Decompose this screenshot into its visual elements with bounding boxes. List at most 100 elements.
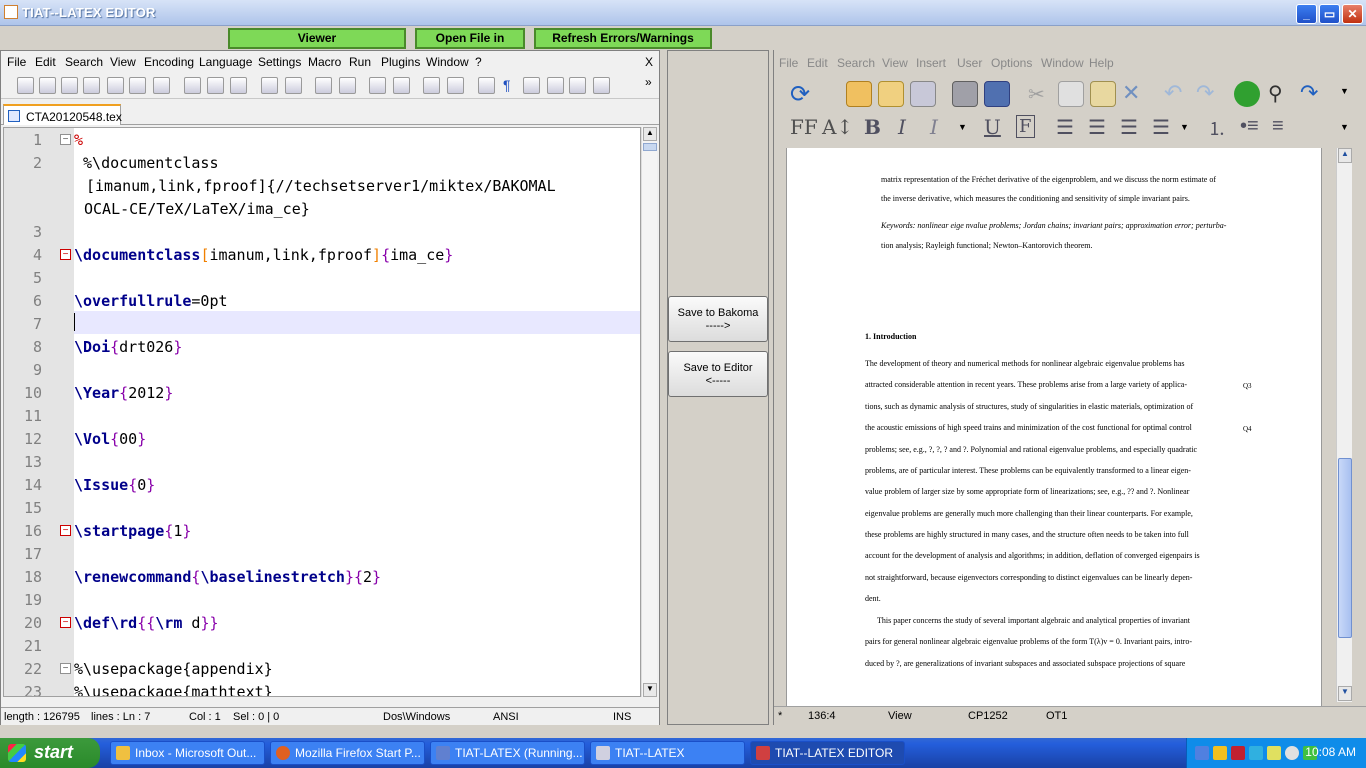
menu-macro[interactable]: Macro xyxy=(308,55,341,69)
replace-icon[interactable] xyxy=(339,77,356,94)
editor-scrollbar[interactable]: ▲ ▼ xyxy=(641,127,657,697)
query-marker[interactable]: Q4 xyxy=(1243,425,1252,433)
viewer-menu-search[interactable]: Search xyxy=(837,56,875,70)
refresh-icon[interactable]: ⟳ xyxy=(790,80,810,109)
query-marker[interactable]: Q3 xyxy=(1243,382,1252,390)
print-icon[interactable] xyxy=(952,81,978,107)
fold-marker-icon[interactable]: − xyxy=(60,663,71,674)
delete-icon[interactable]: ✕ xyxy=(1122,80,1140,106)
scroll-down-icon[interactable]: ▼ xyxy=(643,683,657,697)
menu-edit[interactable]: Edit xyxy=(35,55,56,69)
clock[interactable]: 10:08 AM xyxy=(1305,745,1356,759)
underline-icon[interactable]: U xyxy=(984,115,1001,139)
font-family-icon[interactable]: FF xyxy=(790,115,818,139)
viewer-scrollbar[interactable]: ▲ ▼ xyxy=(1336,148,1352,702)
fold-marker-icon[interactable]: − xyxy=(60,249,71,260)
taskbar-item-outlook[interactable]: Inbox - Microsoft Out... xyxy=(110,741,265,765)
macro-record-icon[interactable] xyxy=(593,77,610,94)
taskbar-item-vb[interactable]: TIAT-LATEX (Running... xyxy=(430,741,585,765)
save-to-editor-button[interactable]: Save to Editor <----- xyxy=(668,351,768,397)
save-as-icon[interactable] xyxy=(984,81,1010,107)
zoom-out-icon[interactable] xyxy=(393,77,410,94)
description-list-icon[interactable]: ≡ xyxy=(1272,115,1284,138)
align-dropdown-icon[interactable]: ▼ xyxy=(1180,122,1189,132)
bold-icon[interactable]: B xyxy=(864,115,881,139)
menu-view[interactable]: View xyxy=(110,55,136,69)
back-icon[interactable] xyxy=(1234,81,1260,107)
viewer-menu-insert[interactable]: Insert xyxy=(916,56,946,70)
slanted-icon[interactable]: I xyxy=(930,115,938,139)
scroll-up-icon[interactable]: ▲ xyxy=(643,127,657,141)
tray-update-icon[interactable] xyxy=(1249,746,1263,760)
menu-language[interactable]: Language xyxy=(199,55,252,69)
tray-network-icon[interactable] xyxy=(1195,746,1209,760)
menu-search[interactable]: Search xyxy=(65,55,103,69)
indent-guide-icon[interactable] xyxy=(523,77,540,94)
zoom-in-icon[interactable] xyxy=(369,77,386,94)
menu-settings[interactable]: Settings xyxy=(258,55,301,69)
fold-marker-icon[interactable]: − xyxy=(60,134,71,145)
viewer-menu-user[interactable]: User xyxy=(957,56,982,70)
word-wrap-icon[interactable] xyxy=(478,77,495,94)
close-file-icon[interactable] xyxy=(107,77,124,94)
redo-icon[interactable] xyxy=(285,77,302,94)
close-all-icon[interactable] xyxy=(129,77,146,94)
cut-icon[interactable] xyxy=(184,77,201,94)
open-file-icon[interactable] xyxy=(39,77,56,94)
frame-icon[interactable]: F xyxy=(1016,115,1035,138)
minimize-button[interactable]: _ xyxy=(1296,4,1317,24)
undo-icon[interactable]: ↶ xyxy=(1164,80,1182,106)
new-file-icon[interactable] xyxy=(17,77,34,94)
tray-security-icon[interactable] xyxy=(1231,746,1245,760)
save-all-icon[interactable] xyxy=(83,77,100,94)
code-editor[interactable]: 1 2 3 4 5 6 7 8 9 10 11 12 13 14 15 16 1… xyxy=(3,127,641,697)
menu-plugins[interactable]: Plugins xyxy=(381,55,420,69)
viewer-menu-window[interactable]: Window xyxy=(1041,56,1084,70)
sync-v-icon[interactable] xyxy=(423,77,440,94)
toolbar2-dropdown-icon[interactable]: ▼ xyxy=(1340,122,1349,132)
redo-icon[interactable]: ↷ xyxy=(1196,80,1214,106)
save-to-bakoma-button[interactable]: Save to Bakoma -----> xyxy=(668,296,768,342)
copy-icon[interactable] xyxy=(1058,81,1084,107)
bullet-list-icon[interactable]: •≡ xyxy=(1240,115,1259,138)
binoculars-icon[interactable]: ⚲ xyxy=(1268,81,1283,106)
editor-close-x[interactable]: X xyxy=(645,55,653,69)
document-page[interactable]: matrix representation of the Fréchet der… xyxy=(786,148,1322,708)
align-right-icon[interactable]: ☰ xyxy=(1120,115,1138,140)
tray-norton-icon[interactable] xyxy=(1213,746,1227,760)
viewer-menu-file[interactable]: File xyxy=(779,56,798,70)
open-recent-icon[interactable] xyxy=(878,81,904,107)
viewer-scroll-thumb[interactable] xyxy=(1338,458,1352,638)
style-dropdown-icon[interactable]: ▼ xyxy=(958,122,967,132)
font-size-icon[interactable]: A↕ xyxy=(822,115,853,139)
doc-map-icon[interactable] xyxy=(569,77,586,94)
forward-redo-icon[interactable]: ↷ xyxy=(1300,80,1318,106)
print-icon[interactable] xyxy=(153,77,170,94)
close-button[interactable]: ✕ xyxy=(1342,4,1363,24)
viewer-button[interactable]: Viewer xyxy=(228,28,406,49)
taskbar-item-tiat-editor[interactable]: TIAT--LATEX EDITOR xyxy=(750,741,905,765)
viewer-scroll-down-icon[interactable]: ▼ xyxy=(1338,686,1352,701)
user-lang-icon[interactable] xyxy=(547,77,564,94)
align-left-icon[interactable]: ☰ xyxy=(1056,115,1074,140)
toolbar1-dropdown-icon[interactable]: ▼ xyxy=(1340,86,1349,96)
tray-shield-icon[interactable] xyxy=(1267,746,1281,760)
menu-help[interactable]: ? xyxy=(475,55,482,69)
open-folder-icon[interactable] xyxy=(846,81,872,107)
pilcrow-icon[interactable]: ¶ xyxy=(503,77,511,93)
sync-h-icon[interactable] xyxy=(447,77,464,94)
taskbar-item-firefox[interactable]: Mozilla Firefox Start P... xyxy=(270,741,425,765)
menu-run[interactable]: Run xyxy=(349,55,371,69)
viewer-menu-help[interactable]: Help xyxy=(1089,56,1114,70)
taskbar-item-tiat[interactable]: TIAT--LATEX xyxy=(590,741,745,765)
fold-marker-icon[interactable]: − xyxy=(60,617,71,628)
viewer-scroll-up-icon[interactable]: ▲ xyxy=(1338,148,1352,163)
paste-icon[interactable] xyxy=(230,77,247,94)
save-disk-icon[interactable] xyxy=(910,81,936,107)
scroll-thumb[interactable] xyxy=(643,143,657,151)
save-icon[interactable] xyxy=(61,77,78,94)
numbered-list-icon[interactable]: ⒈ xyxy=(1208,115,1226,141)
menu-window[interactable]: Window xyxy=(426,55,469,69)
viewer-menu-options[interactable]: Options xyxy=(991,56,1032,70)
fold-marker-icon[interactable]: − xyxy=(60,525,71,536)
